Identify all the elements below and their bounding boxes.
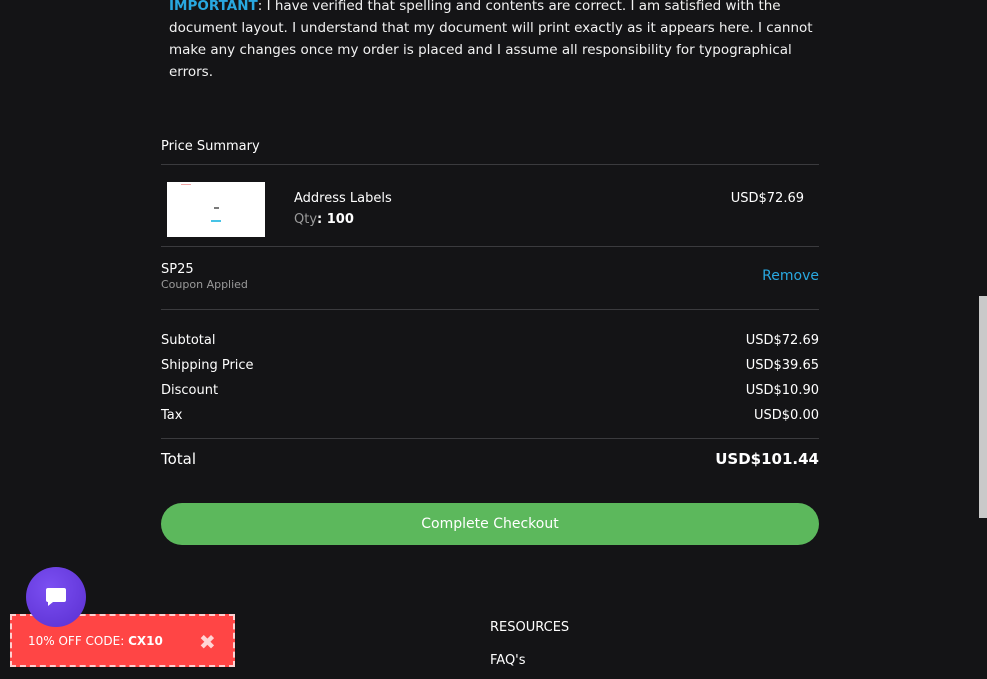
divider	[161, 246, 819, 247]
faq-link[interactable]: FAQ's	[490, 653, 526, 668]
remove-coupon-link[interactable]: Remove	[762, 268, 819, 284]
promo-code: CX10	[128, 634, 163, 648]
coupon-code: SP25	[161, 262, 194, 277]
divider	[161, 309, 819, 310]
tax-label: Tax	[161, 408, 183, 423]
total-value: USD$101.44	[715, 450, 819, 468]
chat-button[interactable]	[26, 567, 86, 627]
scrollbar-thumb[interactable]	[979, 296, 987, 518]
product-thumbnail	[167, 182, 265, 237]
close-icon[interactable]: ✖	[199, 630, 216, 654]
discount-label: Discount	[161, 383, 219, 398]
item-quantity: Qty: 100	[294, 212, 354, 227]
total-label: Total	[161, 450, 197, 468]
subtotal-label: Subtotal	[161, 333, 216, 348]
complete-checkout-button[interactable]: Complete Checkout	[161, 503, 819, 545]
shipping-label: Shipping Price	[161, 358, 254, 373]
divider	[161, 164, 819, 165]
price-summary-title: Price Summary	[161, 139, 260, 154]
scrollbar[interactable]	[979, 0, 987, 679]
important-keyword: IMPORTANT	[169, 0, 258, 14]
notice-text: : I have verified that spelling and cont…	[169, 0, 813, 80]
shipping-value: USD$39.65	[745, 358, 819, 373]
subtotal-value: USD$72.69	[745, 333, 819, 348]
item-name: Address Labels	[294, 191, 392, 206]
tax-value: USD$0.00	[754, 408, 819, 423]
promo-text: 10% OFF CODE: CX10	[28, 634, 163, 648]
resources-heading: RESOURCES	[490, 620, 570, 635]
chat-bubble-icon	[46, 588, 66, 606]
discount-value: USD$10.90	[745, 383, 819, 398]
divider	[161, 438, 819, 439]
item-price: USD$72.69	[730, 191, 804, 206]
coupon-status: Coupon Applied	[161, 278, 248, 291]
order-confirmation-notice: IMPORTANT: I have verified that spelling…	[169, 0, 819, 83]
